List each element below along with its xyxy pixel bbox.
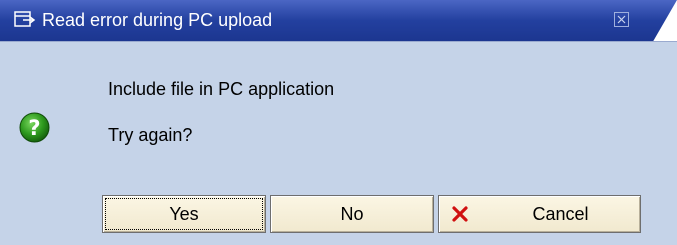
cancel-button[interactable]: Cancel bbox=[438, 195, 641, 233]
error-dialog: Read error during PC upload ? Include fi… bbox=[0, 0, 677, 245]
no-button[interactable]: No bbox=[270, 195, 434, 233]
dialog-title: Read error during PC upload bbox=[42, 10, 273, 30]
yes-button-label: Yes bbox=[169, 204, 199, 224]
yes-button[interactable]: Yes bbox=[102, 195, 266, 233]
window-icon bbox=[14, 10, 36, 30]
title-bar[interactable]: Read error during PC upload bbox=[0, 0, 677, 41]
question-help-icon: ? bbox=[19, 112, 50, 143]
message-line-1: Include file in PC application bbox=[108, 79, 335, 99]
dialog-body: ? Include file in PC application Try aga… bbox=[0, 41, 677, 245]
message-line-2: Try again? bbox=[108, 125, 193, 145]
cancel-button-label: Cancel bbox=[532, 204, 589, 224]
no-button-label: No bbox=[340, 204, 364, 224]
svg-text:?: ? bbox=[28, 116, 40, 140]
close-icon[interactable] bbox=[614, 12, 629, 27]
red-x-icon bbox=[451, 205, 469, 223]
